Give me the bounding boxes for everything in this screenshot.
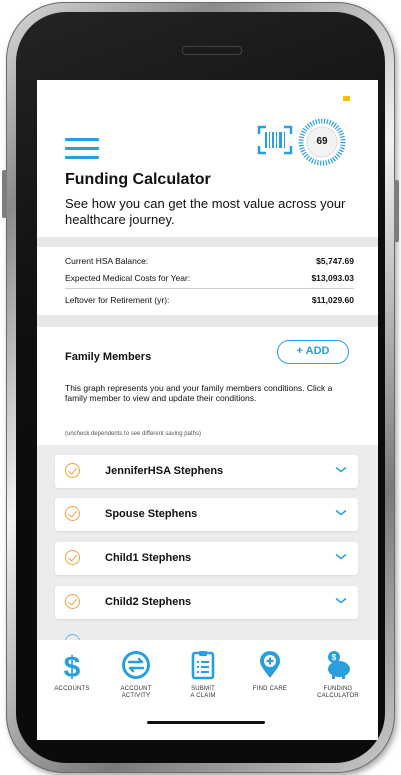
summary-value: $5,747.69 (316, 256, 354, 266)
volume-button (2, 170, 7, 218)
family-note: (uncheck dependents to see different sav… (65, 431, 201, 437)
summary-label: Current HSA Balance: (65, 256, 149, 266)
nav-label: SUBMIT (191, 686, 215, 692)
nav-label: FUNDING (323, 686, 353, 692)
family-member-card[interactable]: Child2 Stephens (55, 586, 358, 619)
power-button (394, 180, 399, 242)
nav-label: CALCULATOR (317, 693, 359, 699)
nav-label: ACTIVITY (121, 693, 151, 699)
home-indicator[interactable] (147, 721, 265, 724)
checked-circle-icon[interactable] (65, 463, 80, 478)
piggy-bank-icon: $ (328, 651, 350, 679)
checked-circle-icon[interactable] (65, 550, 80, 565)
speaker-grille (182, 46, 242, 55)
family-member-card[interactable]: Spouse Stephens (55, 498, 358, 531)
app-screen: 69 Funding Calculator See how you can ge… (37, 80, 378, 740)
section-divider (37, 237, 378, 247)
health-score-value: 69 (316, 136, 328, 147)
checked-circle-icon[interactable] (65, 506, 80, 521)
member-name: Child1 Stephens (105, 552, 192, 564)
transfer-icon (122, 651, 150, 679)
member-name: Spouse Stephens (105, 508, 198, 520)
chevron-down-icon[interactable] (335, 553, 347, 561)
family-description: This graph represents you and your famil… (65, 383, 333, 403)
summary-row-balance: Current HSA Balance: $5,747.69 (65, 256, 354, 266)
bottom-nav: $ ACCOUNTS ACCOUNT ACTIVITY SUBMIT A CLA… (37, 640, 378, 740)
chevron-down-icon[interactable] (335, 597, 347, 605)
family-section-title: Family Members (65, 351, 152, 363)
nav-find-care[interactable]: FIND CARE (237, 650, 303, 693)
member-name: Child2 Stephens (105, 596, 192, 608)
nav-submit-claim[interactable]: SUBMIT A CLAIM (170, 650, 236, 700)
chevron-down-icon[interactable] (335, 509, 347, 517)
nav-label: FIND CARE (252, 686, 288, 692)
summary-row-leftover: Leftover for Retirement (yr): $11,029.60 (65, 295, 354, 305)
family-members-list[interactable]: JenniferHSA Stephens Spouse Stephens Chi… (37, 445, 378, 645)
clipboard-icon (191, 651, 215, 680)
member-name: JenniferHSA Stephens (105, 465, 224, 477)
summary-divider (65, 288, 354, 289)
chevron-down-icon[interactable] (335, 466, 347, 474)
status-indicator (343, 96, 350, 101)
hamburger-menu-icon[interactable] (65, 138, 99, 160)
section-divider (37, 315, 378, 327)
svg-text:$: $ (332, 653, 337, 662)
nav-accounts[interactable]: $ ACCOUNTS (39, 650, 105, 693)
family-member-card[interactable]: JenniferHSA Stephens (55, 455, 358, 488)
summary-label: Leftover for Retirement (yr): (65, 295, 170, 305)
nav-label: ACCOUNTS (54, 686, 90, 692)
family-member-card[interactable]: Child1 Stephens (55, 542, 358, 575)
page-title: Funding Calculator (65, 171, 211, 188)
location-plus-icon (260, 651, 280, 678)
summary-value: $13,093.03 (311, 273, 354, 283)
checked-circle-icon[interactable] (65, 594, 80, 609)
summary-value: $11,029.60 (311, 295, 354, 305)
nav-funding-calculator[interactable]: $ FUNDING CALCULATOR (305, 650, 371, 700)
summary-label: Expected Medical Costs for Year: (65, 273, 191, 283)
health-score-badge[interactable]: 69 (298, 118, 346, 166)
barcode-scan-icon[interactable] (257, 125, 293, 155)
dollar-icon: $ (64, 651, 81, 680)
summary-row-costs: Expected Medical Costs for Year: $13,093… (65, 273, 354, 283)
nav-label: ACCOUNT (120, 686, 152, 692)
nav-label: A CLAIM (190, 693, 216, 699)
add-member-button[interactable]: + ADD (277, 340, 349, 364)
svg-text:$: $ (64, 651, 81, 680)
nav-account-activity[interactable]: ACCOUNT ACTIVITY (103, 650, 169, 700)
page-subtitle: See how you can get the most value acros… (65, 196, 346, 227)
